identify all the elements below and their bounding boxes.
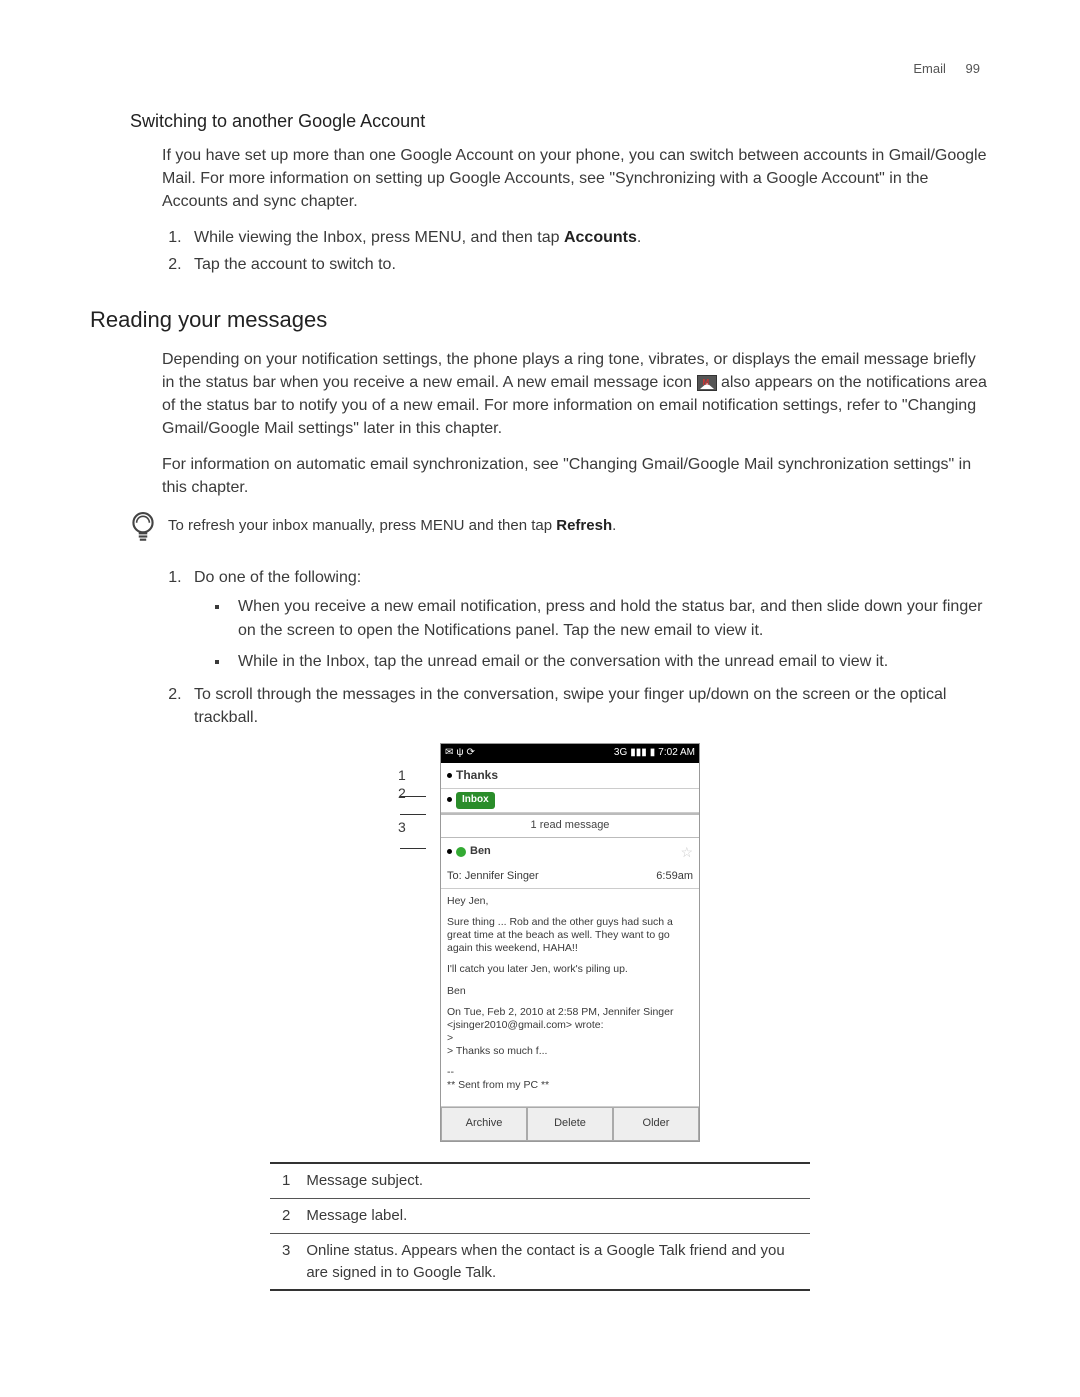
- usb-icon: ψ: [456, 746, 463, 761]
- message-time: 6:59am: [656, 869, 693, 885]
- phone-screenshot: ✉ ψ ⟳ 3G ▮▮▮ ▮ 7:02 AM Thanks Inbox 1 re…: [440, 743, 700, 1142]
- mail-status-icon: ✉: [445, 746, 453, 761]
- delete-button[interactable]: Delete: [527, 1107, 613, 1141]
- older-button[interactable]: Older: [613, 1107, 699, 1141]
- step-item: Tap the account to switch to.: [186, 253, 990, 276]
- recipient: To: Jennifer Singer: [447, 869, 539, 885]
- sender-name: Ben: [470, 844, 491, 860]
- network-icon: 3G: [614, 746, 627, 761]
- paragraph: Depending on your notification settings,…: [162, 348, 990, 441]
- button-row: Archive Delete Older: [441, 1107, 699, 1141]
- status-bar: ✉ ψ ⟳ 3G ▮▮▮ ▮ 7:02 AM: [441, 744, 699, 763]
- message-label-row: Inbox: [441, 789, 699, 813]
- sync-icon: ⟳: [467, 746, 475, 761]
- bullet-item: While in the Inbox, tap the unread email…: [230, 650, 990, 673]
- star-icon[interactable]: ☆: [680, 842, 693, 862]
- chapter-name: Email: [913, 61, 946, 76]
- step-item: While viewing the Inbox, press MENU, and…: [186, 226, 990, 249]
- subsection-heading: Switching to another Google Account: [130, 108, 990, 134]
- online-status-icon: [456, 847, 466, 857]
- step-item: Do one of the following: When you receiv…: [186, 566, 990, 673]
- steps-list: While viewing the Inbox, press MENU, and…: [178, 226, 990, 276]
- callout-3: 3: [398, 817, 428, 858]
- intro-paragraph: If you have set up more than one Google …: [162, 144, 990, 214]
- signal-icon: ▮▮▮: [630, 746, 647, 761]
- mail-icon: [697, 375, 717, 391]
- lightbulb-icon: [130, 511, 156, 552]
- callout-legend: 1Message subject. 2Message label. 3Onlin…: [270, 1162, 810, 1291]
- tip: To refresh your inbox manually, press ME…: [130, 511, 990, 552]
- clock: 7:02 AM: [658, 746, 695, 761]
- page-number: 99: [966, 61, 980, 76]
- step-item: To scroll through the messages in the co…: [186, 683, 990, 729]
- section-heading: Reading your messages: [90, 304, 990, 336]
- page-header: Email 99: [913, 60, 980, 79]
- tip-text: To refresh your inbox manually, press ME…: [168, 511, 616, 537]
- archive-button[interactable]: Archive: [441, 1107, 527, 1141]
- legend-row: 3Online status. Appears when the contact…: [270, 1233, 810, 1290]
- steps-list: Do one of the following: When you receiv…: [178, 566, 990, 729]
- to-row: To: Jennifer Singer 6:59am: [441, 866, 699, 889]
- battery-icon: ▮: [650, 746, 656, 761]
- paragraph: For information on automatic email synch…: [162, 453, 990, 499]
- legend-row: 2Message label.: [270, 1199, 810, 1234]
- bullet-item: When you receive a new email notificatio…: [230, 595, 990, 641]
- message-body: Hey Jen, Sure thing ... Rob and the othe…: [441, 889, 699, 1108]
- from-row: Ben ☆: [441, 838, 699, 866]
- inbox-label: Inbox: [456, 792, 495, 809]
- read-message-row[interactable]: 1 read message: [441, 813, 699, 838]
- legend-row: 1Message subject.: [270, 1163, 810, 1198]
- message-subject: Thanks: [441, 763, 699, 789]
